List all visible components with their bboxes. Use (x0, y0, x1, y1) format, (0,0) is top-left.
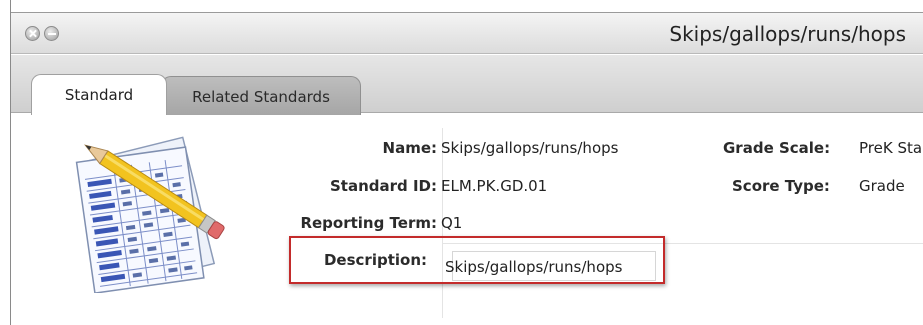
tab-standard[interactable]: Standard (31, 74, 167, 115)
description-label: Description: (323, 251, 427, 269)
name-label: Name: (382, 139, 437, 157)
tab-related-standards-label: Related Standards (192, 88, 330, 106)
standard-window: Skips/gallops/runs/hops Related Standard… (10, 0, 923, 325)
minimize-icon[interactable] (44, 26, 59, 41)
description-value[interactable]: Skips/gallops/runs/hops (445, 258, 622, 276)
window-title: Skips/gallops/runs/hops (669, 22, 906, 46)
standard-id-value[interactable]: ELM.PK.GD.01 (441, 177, 547, 195)
tab-standard-label: Standard (64, 86, 134, 104)
grade-scale-label: Grade Scale: (723, 139, 831, 157)
grade-sheet-pencil-icon (75, 136, 225, 293)
tab-related-standards[interactable]: Related Standards (161, 76, 361, 115)
reporting-term-label: Reporting Term: (300, 214, 437, 232)
close-icon[interactable] (25, 26, 40, 41)
reporting-term-value[interactable]: Q1 (441, 214, 462, 232)
score-type-label: Score Type: (732, 177, 830, 195)
standard-id-label: Standard ID: (329, 177, 437, 195)
score-type-value[interactable]: Grade (859, 177, 905, 195)
grade-scale-value[interactable]: PreK Sta (859, 139, 922, 157)
title-bar[interactable]: Skips/gallops/runs/hops (11, 12, 923, 54)
name-value[interactable]: Skips/gallops/runs/hops (441, 139, 618, 157)
